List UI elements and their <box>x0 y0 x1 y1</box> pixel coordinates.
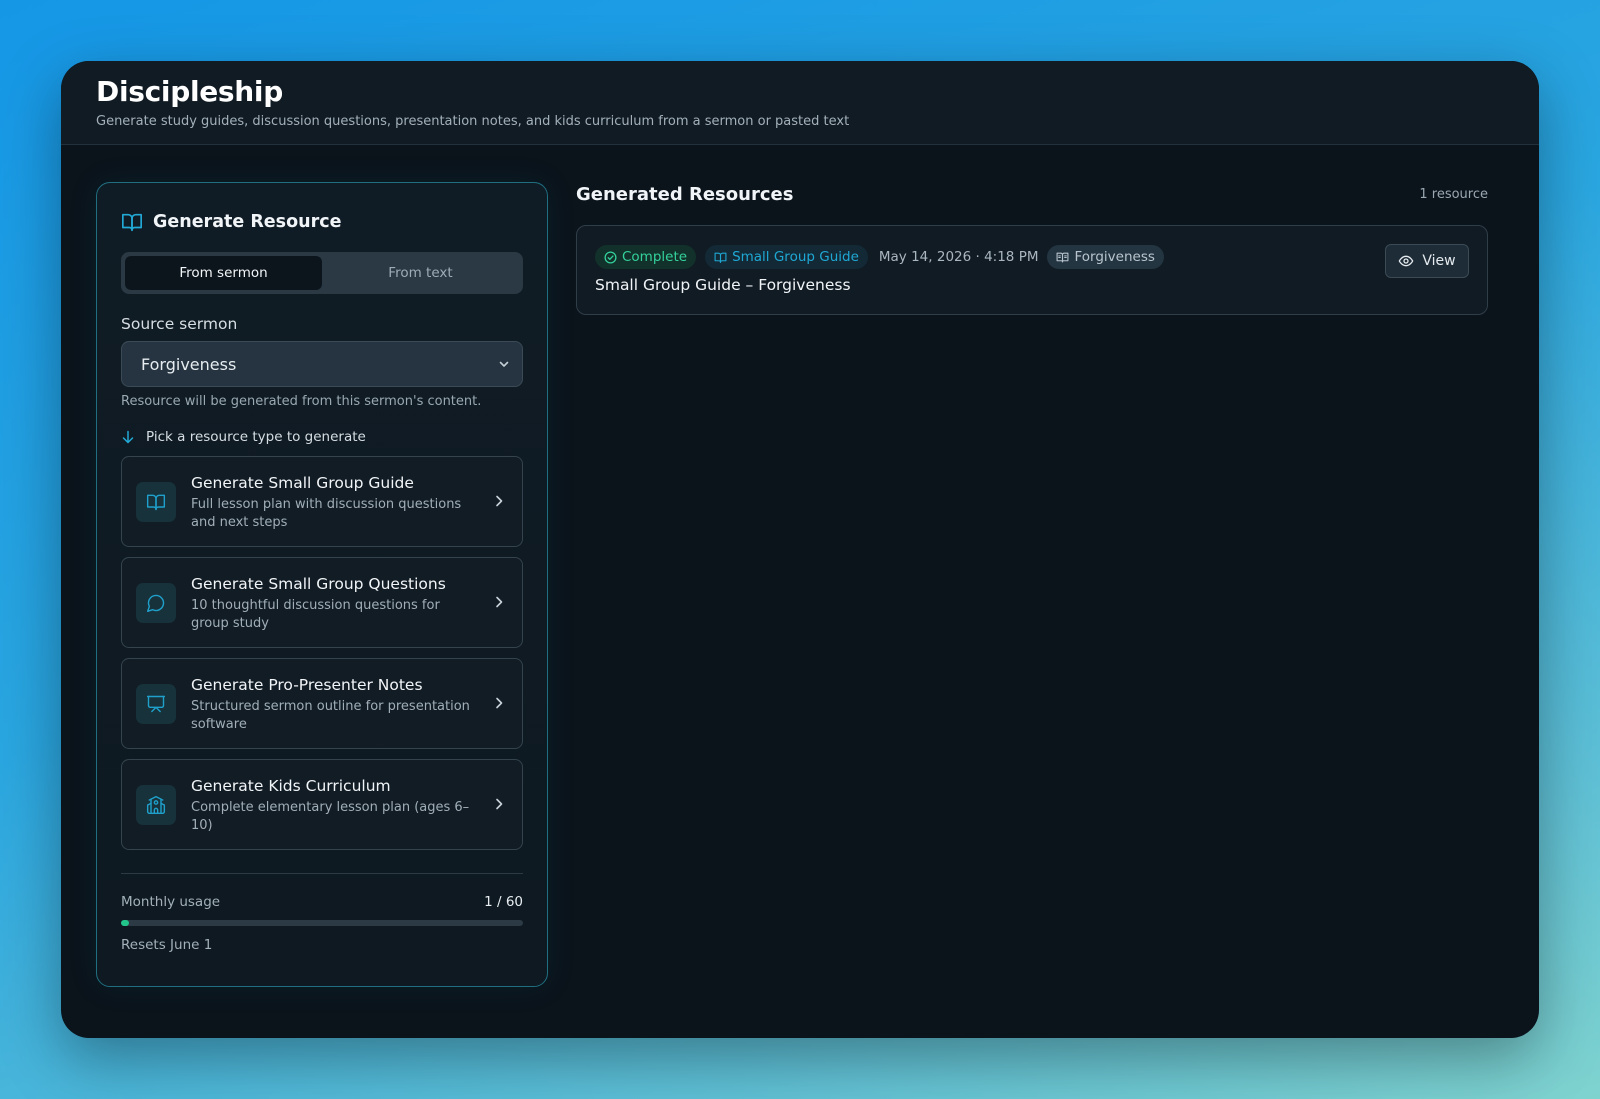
usage-count: 1 / 60 <box>484 894 523 910</box>
page-title: Discipleship <box>96 75 283 108</box>
view-label: View <box>1422 253 1456 269</box>
pick-prompt: Pick a resource type to generate <box>146 429 366 445</box>
source-sermon-value: Forgiveness <box>141 354 237 374</box>
type-badge: Small Group Guide <box>705 245 868 269</box>
usage-label: Monthly usage <box>121 894 221 910</box>
book-open-icon <box>146 494 166 511</box>
presentation-icon <box>146 695 166 713</box>
usage-resets: Resets June 1 <box>121 937 213 953</box>
chat-bubble-icon <box>146 594 165 613</box>
tab-from-sermon[interactable]: From sermon <box>125 256 322 290</box>
chevron-down-icon <box>499 361 509 367</box>
arrow-down-icon <box>122 430 134 444</box>
source-sermon-select[interactable]: Forgiveness <box>121 341 523 387</box>
res-icon-wrap <box>136 583 176 623</box>
generate-pro-presenter-notes-button[interactable]: Generate Pro-Presenter Notes Structured … <box>121 658 523 749</box>
resource-date: May 14, 2026 · 4:18 PM <box>878 249 1039 265</box>
res-desc: Complete elementary lesson plan (ages 6–… <box>191 800 470 833</box>
generated-resource-card: Complete Small Group Guide May 14, 2026 … <box>576 225 1488 315</box>
res-text: Generate Pro-Presenter Notes Structured … <box>191 676 473 734</box>
res-desc: Structured sermon outline for presentati… <box>191 699 470 732</box>
resource-title: Small Group Guide – Forgiveness <box>595 276 851 294</box>
generate-kids-curriculum-button[interactable]: Generate Kids Curriculum Complete elemen… <box>121 759 523 850</box>
eye-icon <box>1399 255 1414 267</box>
source-sermon-label: Source sermon <box>121 315 238 333</box>
generated-header: Generated Resources 1 resource <box>576 182 1488 206</box>
res-text: Generate Kids Curriculum Complete elemen… <box>191 777 473 835</box>
school-icon <box>146 795 166 815</box>
resource-meta: Complete Small Group Guide May 14, 2026 … <box>595 245 1487 269</box>
res-title: Generate Pro-Presenter Notes <box>191 676 423 694</box>
sermon-text: Forgiveness <box>1074 249 1155 265</box>
divider <box>121 873 523 874</box>
page-subtitle: Generate study guides, discussion questi… <box>96 114 850 129</box>
type-text: Small Group Guide <box>732 249 859 265</box>
res-desc: Full lesson plan with discussion questio… <box>191 497 462 530</box>
res-icon-wrap <box>136 785 176 825</box>
panel-title: Generate Resource <box>153 212 342 232</box>
source-hint: Resource will be generated from this ser… <box>121 394 482 409</box>
res-title: Generate Kids Curriculum <box>191 777 391 795</box>
res-title: Generate Small Group Questions <box>191 575 446 593</box>
pick-prompt-row: Pick a resource type to generate <box>121 429 523 445</box>
app-window: Discipleship Generate study guides, disc… <box>61 61 1539 1038</box>
tab-from-text[interactable]: From text <box>322 256 519 290</box>
res-icon-wrap <box>136 482 176 522</box>
sermon-badge: Forgiveness <box>1047 245 1164 269</box>
check-circle-icon <box>604 250 617 264</box>
source-toggle: From sermon From text <box>121 252 523 294</box>
status-badge: Complete <box>595 245 697 269</box>
generate-small-group-questions-button[interactable]: Generate Small Group Questions 10 though… <box>121 557 523 648</box>
generated-resources-section: Generated Resources 1 resource Complete <box>576 182 1488 315</box>
status-text: Complete <box>622 249 688 265</box>
chevron-right-icon <box>496 798 503 810</box>
view-button[interactable]: View <box>1385 244 1469 278</box>
chevron-right-icon <box>496 495 503 507</box>
chevron-right-icon <box>496 596 503 608</box>
page-header: Discipleship Generate study guides, disc… <box>61 61 1539 145</box>
usage-progress-fill <box>121 920 129 926</box>
res-desc: 10 thoughtful discussion questions for g… <box>191 598 440 631</box>
generated-title: Generated Resources <box>576 183 794 205</box>
usage-row: Monthly usage 1 / 60 <box>121 894 523 910</box>
chevron-right-icon <box>496 697 503 709</box>
res-title: Generate Small Group Guide <box>191 474 414 492</box>
res-text: Generate Small Group Questions 10 though… <box>191 575 473 633</box>
usage-progress-bar <box>121 920 523 926</box>
res-icon-wrap <box>136 684 176 724</box>
generate-small-group-guide-button[interactable]: Generate Small Group Guide Full lesson p… <box>121 456 523 547</box>
book-open-icon <box>714 252 727 263</box>
panel-title-row: Generate Resource <box>121 209 523 235</box>
book-icon <box>1057 252 1069 262</box>
res-text: Generate Small Group Guide Full lesson p… <box>191 474 473 532</box>
book-open-icon <box>122 213 142 232</box>
generate-resource-panel: Generate Resource From sermon From text … <box>96 182 548 987</box>
generated-count: 1 resource <box>1419 186 1488 202</box>
